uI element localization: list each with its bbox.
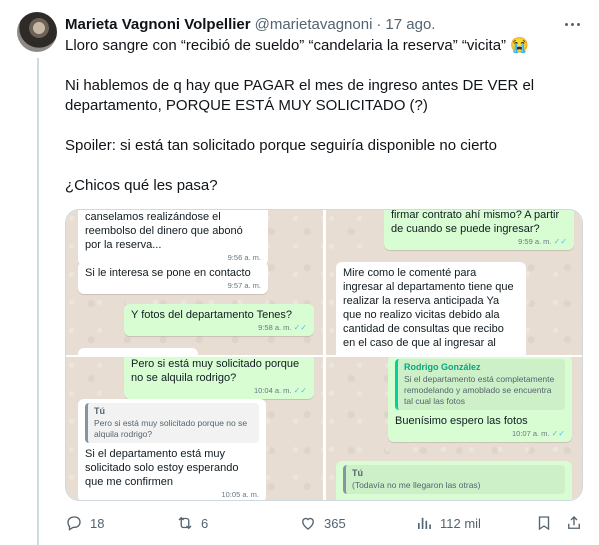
message-text: Si le interesa se pone en contacto bbox=[85, 267, 251, 279]
read-ticks-icon: ✓✓ bbox=[551, 429, 565, 438]
reply-count: 18 bbox=[90, 515, 105, 531]
tweet-text: Lloro sangre con “recibió de sueldo” “ca… bbox=[65, 36, 585, 196]
chat-screenshot-2[interactable]: firmar contrato ahí mismo? A partir de c… bbox=[326, 210, 582, 355]
author-handle[interactable]: @marietavagnoni bbox=[255, 16, 373, 33]
share-icon bbox=[568, 516, 580, 529]
read-ticks-icon: ✓✓ bbox=[553, 237, 567, 246]
analytics-icon bbox=[418, 517, 431, 529]
bookmark-icon bbox=[538, 516, 550, 531]
tweet-header: Marieta Vagnoni Volpellier @marietavagno… bbox=[65, 14, 435, 34]
tweet-line: Spoiler: si está tan solicitado porque s… bbox=[65, 137, 497, 154]
message-time: 10:07 a. m. ✓✓ bbox=[395, 429, 565, 438]
quoted-author: Tú bbox=[94, 406, 105, 416]
chat-bubble-incoming: Si le interesa se pone en contacto 9:57 … bbox=[78, 262, 268, 294]
message-time: 9:57 a. m. bbox=[227, 281, 261, 290]
chat-bubble-incoming bbox=[78, 348, 198, 355]
author-name[interactable]: Marieta Vagnoni Volpellier bbox=[65, 16, 251, 33]
message-time-value: 9:59 a. m. bbox=[518, 237, 552, 246]
message-time-value: 9:58 a. m. bbox=[258, 323, 292, 332]
reply-button[interactable]: 18 bbox=[65, 513, 104, 533]
bookmark-button[interactable] bbox=[535, 513, 560, 533]
tweet-date[interactable]: 17 ago. bbox=[385, 16, 435, 33]
share-button[interactable] bbox=[565, 513, 590, 533]
message-time: 10:05 a. m. bbox=[221, 490, 259, 499]
chat-screenshot-1[interactable]: canselamos realizándose el reembolso del… bbox=[66, 210, 323, 355]
heart-icon bbox=[302, 517, 314, 530]
reply-icon bbox=[67, 516, 81, 531]
quoted-message[interactable]: Tú (Todavía no me llegaron las otras) bbox=[343, 465, 565, 494]
chat-bubble-outgoing: Tú (Todavía no me llegaron las otras) bbox=[336, 461, 572, 500]
quoted-author: Rodrigo González bbox=[404, 362, 481, 372]
tweet-line: departamento, PORQUE ESTÁ MUY SOLICITADO… bbox=[65, 97, 428, 114]
like-count: 365 bbox=[324, 515, 346, 531]
tweet-media[interactable]: canselamos realizándose el reembolso del… bbox=[65, 209, 583, 501]
read-ticks-icon: ✓✓ bbox=[293, 323, 307, 332]
retweet-button[interactable]: 6 bbox=[176, 513, 208, 533]
tweet-card[interactable]: Marieta Vagnoni Volpellier @marietavagno… bbox=[0, 0, 599, 545]
message-time-value: 10:07 a. m. bbox=[511, 429, 550, 438]
retweet-count: 6 bbox=[201, 515, 209, 531]
message-text: canselamos realizándose el reembolso del… bbox=[85, 211, 243, 251]
chat-screenshot-4[interactable]: Rodrigo González Si el departamento está… bbox=[326, 357, 582, 500]
tweet-line-gap bbox=[65, 156, 585, 176]
chat-bubble-incoming: Tú Pero si está muy solicitado porque no… bbox=[78, 399, 266, 500]
tweet-line-gap bbox=[65, 56, 585, 76]
chat-bubble-outgoing: Rodrigo González Si el departamento está… bbox=[388, 357, 572, 442]
chat-bubble-incoming: Mire como le comenté para ingresar al de… bbox=[336, 262, 526, 355]
quoted-message[interactable]: Tú Pero si está muy solicitado porque no… bbox=[85, 403, 259, 443]
quoted-message[interactable]: Rodrigo González Si el departamento está… bbox=[395, 359, 565, 410]
message-text: Pero si está muy solicitado porque no se… bbox=[131, 358, 300, 384]
quoted-text: Pero si está muy solicitado porque no se… bbox=[94, 418, 248, 439]
more-options-icon[interactable] bbox=[562, 14, 582, 34]
views-button[interactable]: 112 mil bbox=[415, 513, 481, 533]
separator-dot: · bbox=[376, 15, 382, 33]
views-count: 112 mil bbox=[440, 515, 481, 531]
quoted-text: (Todavía no me llegaron las otras) bbox=[352, 480, 481, 490]
chat-bubble-incoming: canselamos realizándose el reembolso del… bbox=[78, 210, 268, 266]
tweet-line: Ni hablemos de q hay que PAGAR el mes de… bbox=[65, 77, 535, 94]
message-text: Mire como le comenté para ingresar al de… bbox=[343, 267, 514, 349]
chat-bubble-outgoing: Pero si está muy solicitado porque no se… bbox=[124, 357, 314, 399]
chat-screenshot-3[interactable]: Pero si está muy solicitado porque no se… bbox=[66, 357, 323, 500]
tweet-line: Lloro sangre con “recibió de sueldo” “ca… bbox=[65, 37, 529, 54]
like-button[interactable]: 365 bbox=[299, 513, 346, 533]
message-text: Si el departamento está muy solicitado s… bbox=[85, 448, 239, 488]
message-time: 10:04 a. m. ✓✓ bbox=[131, 386, 307, 395]
chat-bubble-outgoing: Y fotos del departamento Tenes? 9:58 a. … bbox=[124, 304, 314, 336]
quoted-text: Si el departamento está completamente re… bbox=[404, 374, 555, 406]
tweet-line: ¿Chicos qué les pasa? bbox=[65, 177, 218, 194]
avatar[interactable] bbox=[17, 12, 57, 52]
chat-bubble-outgoing: firmar contrato ahí mismo? A partir de c… bbox=[384, 210, 574, 250]
tweet-line-gap bbox=[65, 116, 585, 136]
message-time: 9:56 a. m. bbox=[227, 253, 261, 262]
quoted-author: Tú bbox=[352, 468, 363, 478]
message-time-value: 10:04 a. m. bbox=[253, 386, 292, 395]
read-ticks-icon: ✓✓ bbox=[293, 386, 307, 395]
thread-line bbox=[37, 58, 39, 545]
message-text: firmar contrato ahí mismo? A partir de c… bbox=[391, 210, 560, 235]
message-text: Y fotos del departamento Tenes? bbox=[131, 309, 293, 321]
message-time: 9:59 a. m. ✓✓ bbox=[391, 237, 567, 246]
message-time: 9:58 a. m. ✓✓ bbox=[131, 323, 307, 332]
retweet-icon bbox=[178, 516, 192, 530]
message-text: Buenísimo espero las fotos bbox=[395, 415, 528, 427]
tweet-actions: 18 6 365 112 mil bbox=[65, 513, 585, 533]
